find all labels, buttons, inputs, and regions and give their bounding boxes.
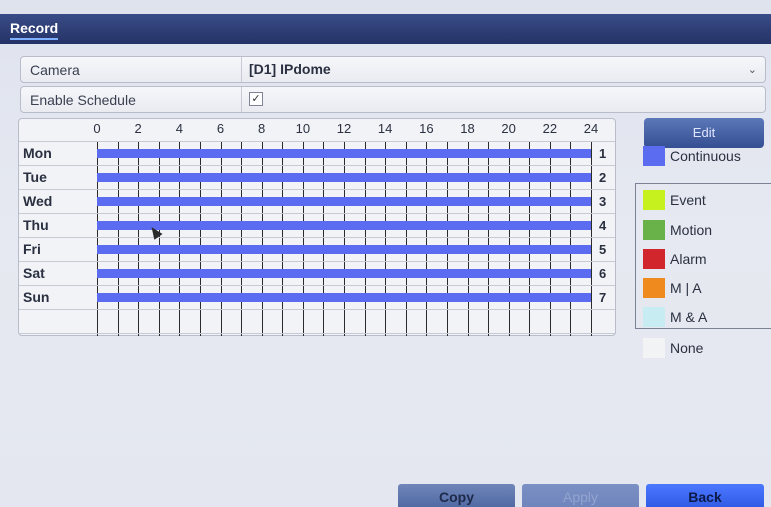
row-divider xyxy=(19,309,615,310)
edit-button[interactable]: Edit xyxy=(644,118,764,148)
hour-gridline xyxy=(549,141,551,336)
title-bar: Record xyxy=(0,14,771,44)
row-divider xyxy=(19,333,615,334)
schedule-bar[interactable] xyxy=(97,293,591,302)
hour-label: 0 xyxy=(93,121,101,136)
hour-gridline xyxy=(591,141,592,336)
hour-gridline xyxy=(529,141,531,336)
day-number: 2 xyxy=(599,170,607,185)
hour-gridline xyxy=(199,141,201,336)
schedule-bar[interactable] xyxy=(97,269,591,278)
legend-label: M & A xyxy=(670,309,708,325)
row-divider xyxy=(19,237,615,238)
record-window: Record Camera [D1] IPdome ⌄ Enable Sched… xyxy=(0,0,771,507)
legend-label: Motion xyxy=(670,222,713,238)
hour-label: 20 xyxy=(501,121,516,136)
hour-gridline xyxy=(158,141,160,336)
row-divider xyxy=(19,213,615,214)
legend-swatch xyxy=(643,338,665,358)
hour-label: 18 xyxy=(460,121,475,136)
hour-label: 6 xyxy=(216,121,225,136)
schedule-bar[interactable] xyxy=(97,245,591,254)
hour-gridline xyxy=(570,141,572,336)
day-label: Sun xyxy=(23,289,50,305)
day-label: Fri xyxy=(23,241,41,257)
hour-gridline xyxy=(405,141,407,336)
legend-label: None xyxy=(670,340,704,356)
field-divider xyxy=(241,87,242,112)
hour-gridline xyxy=(385,141,387,336)
row-divider xyxy=(19,165,615,166)
row-divider xyxy=(19,141,615,142)
hour-gridline xyxy=(364,141,366,336)
schedule-grid[interactable]: 0 2 4 6 8 10 12 14 16 18 20 22 24 Mon 1 Tue 2 Wed 3 Thu 4 Fri… xyxy=(18,118,616,336)
hour-gridline xyxy=(282,141,284,336)
legend-swatch xyxy=(643,190,665,210)
day-number: 7 xyxy=(599,290,607,305)
hour-gridline xyxy=(344,141,345,336)
hour-gridline xyxy=(446,141,448,336)
hour-gridline xyxy=(138,141,140,336)
day-label: Mon xyxy=(23,145,52,161)
day-number: 4 xyxy=(599,218,607,233)
hour-gridline xyxy=(302,141,304,336)
row-divider xyxy=(19,261,615,262)
field-divider xyxy=(241,57,242,82)
enable-schedule-checkbox[interactable]: ✓ xyxy=(249,92,263,106)
day-label: Sat xyxy=(23,265,45,281)
back-button[interactable]: Back xyxy=(646,484,764,507)
window-title: Record xyxy=(10,20,59,40)
schedule-bar[interactable] xyxy=(97,221,591,230)
day-number: 3 xyxy=(599,194,607,209)
hour-gridline xyxy=(467,141,469,336)
chevron-down-icon[interactable]: ⌄ xyxy=(748,63,757,76)
legend-label: Event xyxy=(670,192,706,208)
legend-swatch xyxy=(643,307,665,327)
hour-label: 10 xyxy=(295,121,311,136)
camera-select[interactable]: Camera [D1] IPdome ⌄ xyxy=(20,56,766,83)
day-number: 1 xyxy=(599,146,607,161)
legend-swatch xyxy=(643,146,665,166)
hour-gridline xyxy=(508,141,510,336)
hour-label: 14 xyxy=(377,121,393,136)
hour-gridline xyxy=(241,141,243,336)
hour-gridline xyxy=(179,141,181,336)
legend-swatch xyxy=(643,278,665,298)
hour-label: 8 xyxy=(258,121,266,136)
day-label: Wed xyxy=(23,193,53,209)
apply-button[interactable]: Apply xyxy=(522,484,639,507)
hour-gridline xyxy=(323,141,325,336)
hour-label: 4 xyxy=(175,121,183,136)
enable-schedule-row: Enable Schedule ✓ xyxy=(20,86,766,113)
legend-swatch xyxy=(643,249,665,269)
legend-label: M | A xyxy=(670,280,702,296)
hour-gridline xyxy=(261,141,263,336)
hour-label: 12 xyxy=(336,121,352,136)
copy-button[interactable]: Copy xyxy=(398,484,515,507)
legend-label: Continuous xyxy=(670,148,741,164)
hour-gridline xyxy=(488,141,490,336)
row-divider xyxy=(19,189,615,190)
day-label: Thu xyxy=(23,217,49,233)
enable-schedule-label: Enable Schedule xyxy=(30,92,136,108)
hour-gridline xyxy=(117,141,119,336)
camera-value: [D1] IPdome xyxy=(249,61,331,77)
camera-label: Camera xyxy=(30,62,80,78)
row-divider xyxy=(19,285,615,286)
hour-label: 22 xyxy=(542,121,558,136)
legend-swatch xyxy=(643,220,665,240)
schedule-bar[interactable] xyxy=(97,173,591,182)
hour-label: 24 xyxy=(583,121,599,136)
hour-gridline xyxy=(97,141,98,336)
schedule-bar[interactable] xyxy=(97,197,591,206)
hour-label: 16 xyxy=(419,121,434,136)
legend-label: Alarm xyxy=(670,251,707,267)
hour-gridline xyxy=(426,141,428,336)
hour-label: 2 xyxy=(134,121,142,136)
day-label: Tue xyxy=(23,169,47,185)
schedule-bar[interactable] xyxy=(97,149,591,158)
day-number: 6 xyxy=(599,266,607,281)
hour-gridline xyxy=(220,141,222,336)
day-number: 5 xyxy=(599,242,607,257)
